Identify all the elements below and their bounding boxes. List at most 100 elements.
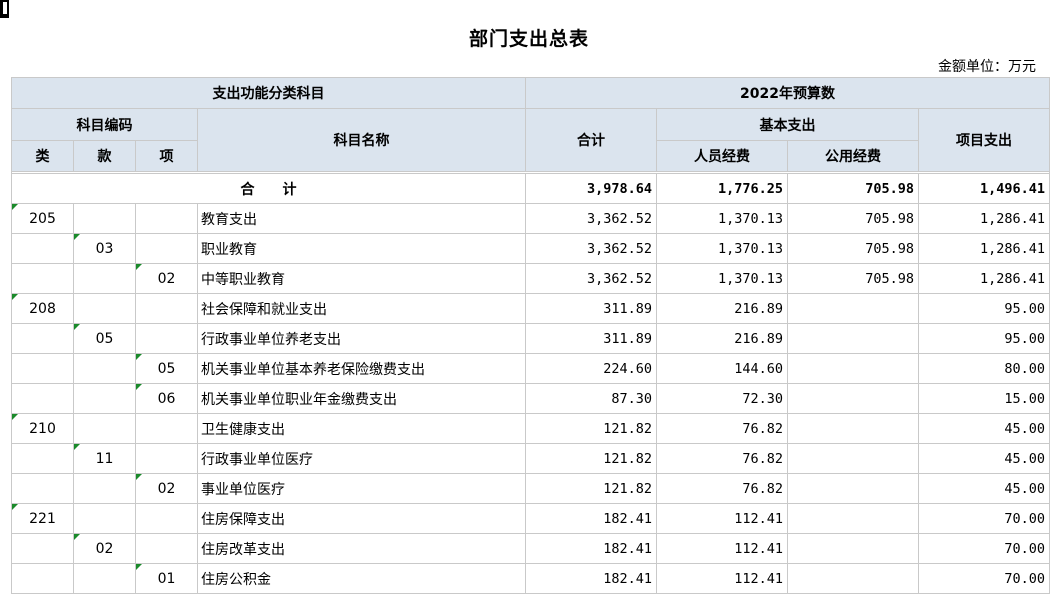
cell-name[interactable]: 事业单位医疗 xyxy=(197,473,526,504)
cell-total[interactable]: 121.82 xyxy=(525,473,657,504)
cell-xiang[interactable]: 02 xyxy=(135,473,198,504)
cell-kuan[interactable] xyxy=(73,563,136,594)
cell-xiang[interactable]: 05 xyxy=(135,353,198,384)
cell-kuan[interactable]: 02 xyxy=(73,533,136,564)
header-project[interactable]: 项目支出 xyxy=(918,108,1050,172)
cell-kuan[interactable]: 11 xyxy=(73,443,136,474)
cell-project[interactable]: 70.00 xyxy=(918,503,1050,534)
cell-name[interactable]: 住房改革支出 xyxy=(197,533,526,564)
header-kuan[interactable]: 款 xyxy=(73,140,136,172)
cell-xiang[interactable] xyxy=(135,293,198,324)
cell-name[interactable]: 住房公积金 xyxy=(197,563,526,594)
cell-xiang[interactable] xyxy=(135,443,198,474)
header-name[interactable]: 科目名称 xyxy=(197,108,526,172)
cell-total[interactable]: 224.60 xyxy=(525,353,657,384)
cell-total[interactable]: 182.41 xyxy=(525,503,657,534)
cell-personnel[interactable]: 76.82 xyxy=(656,473,788,504)
cell-name[interactable]: 卫生健康支出 xyxy=(197,413,526,444)
cell-kuan[interactable] xyxy=(73,203,136,234)
cell-project[interactable]: 95.00 xyxy=(918,323,1050,354)
total-personnel[interactable]: 1,776.25 xyxy=(656,173,788,204)
cell-public[interactable] xyxy=(787,323,919,354)
cell-personnel[interactable]: 76.82 xyxy=(656,413,788,444)
cell-personnel[interactable]: 1,370.13 xyxy=(656,203,788,234)
cell-lei[interactable] xyxy=(11,233,74,264)
cell-name[interactable]: 社会保障和就业支出 xyxy=(197,293,526,324)
cell-kuan[interactable] xyxy=(73,383,136,414)
cell-kuan[interactable] xyxy=(73,263,136,294)
cell-public[interactable] xyxy=(787,413,919,444)
cell-total[interactable]: 3,362.52 xyxy=(525,233,657,264)
cell-lei[interactable] xyxy=(11,533,74,564)
cell-personnel[interactable]: 112.41 xyxy=(656,533,788,564)
cell-xiang[interactable]: 01 xyxy=(135,563,198,594)
cell-personnel[interactable]: 72.30 xyxy=(656,383,788,414)
total-total[interactable]: 3,978.64 xyxy=(525,173,657,204)
cell-name[interactable]: 机关事业单位职业年金缴费支出 xyxy=(197,383,526,414)
cell-project[interactable]: 95.00 xyxy=(918,293,1050,324)
cell-public[interactable] xyxy=(787,443,919,474)
cell-personnel[interactable]: 216.89 xyxy=(656,293,788,324)
cell-lei[interactable]: 205 xyxy=(11,203,74,234)
cell-name[interactable]: 行政事业单位养老支出 xyxy=(197,323,526,354)
cell-total[interactable]: 3,362.52 xyxy=(525,263,657,294)
header-code-group[interactable]: 科目编码 xyxy=(11,108,198,141)
cell-public[interactable] xyxy=(787,533,919,564)
cell-xiang[interactable]: 02 xyxy=(135,263,198,294)
cell-project[interactable]: 70.00 xyxy=(918,563,1050,594)
cell-name[interactable]: 教育支出 xyxy=(197,203,526,234)
cell-lei[interactable] xyxy=(11,353,74,384)
cell-kuan[interactable]: 03 xyxy=(73,233,136,264)
cell-personnel[interactable]: 1,370.13 xyxy=(656,233,788,264)
header-basic-group[interactable]: 基本支出 xyxy=(656,108,919,141)
cell-total[interactable]: 121.82 xyxy=(525,443,657,474)
cell-name[interactable]: 职业教育 xyxy=(197,233,526,264)
header-budget-group[interactable]: 2022年预算数 xyxy=(525,77,1050,109)
cell-lei[interactable]: 221 xyxy=(11,503,74,534)
cell-xiang[interactable]: 06 xyxy=(135,383,198,414)
cell-lei[interactable] xyxy=(11,263,74,294)
cell-lei[interactable]: 208 xyxy=(11,293,74,324)
header-public[interactable]: 公用经费 xyxy=(787,140,919,172)
cell-xiang[interactable] xyxy=(135,533,198,564)
cell-personnel[interactable]: 112.41 xyxy=(656,563,788,594)
total-label[interactable]: 合 计 xyxy=(11,173,526,204)
cell-public[interactable]: 705.98 xyxy=(787,233,919,264)
cell-name[interactable]: 住房保障支出 xyxy=(197,503,526,534)
cell-personnel[interactable]: 76.82 xyxy=(656,443,788,474)
cell-personnel[interactable]: 144.60 xyxy=(656,353,788,384)
cell-kuan[interactable] xyxy=(73,503,136,534)
cell-personnel[interactable]: 1,370.13 xyxy=(656,263,788,294)
header-lei[interactable]: 类 xyxy=(11,140,74,172)
header-xiang[interactable]: 项 xyxy=(135,140,198,172)
cell-name[interactable]: 机关事业单位基本养老保险缴费支出 xyxy=(197,353,526,384)
cell-kuan[interactable] xyxy=(73,413,136,444)
header-personnel[interactable]: 人员经费 xyxy=(656,140,788,172)
cell-project[interactable]: 1,286.41 xyxy=(918,233,1050,264)
cell-project[interactable]: 45.00 xyxy=(918,443,1050,474)
cell-total[interactable]: 87.30 xyxy=(525,383,657,414)
cell-lei[interactable] xyxy=(11,563,74,594)
cell-project[interactable]: 45.00 xyxy=(918,413,1050,444)
cell-xiang[interactable] xyxy=(135,413,198,444)
cell-xiang[interactable] xyxy=(135,233,198,264)
cell-project[interactable]: 1,286.41 xyxy=(918,263,1050,294)
cell-project[interactable]: 15.00 xyxy=(918,383,1050,414)
cell-personnel[interactable]: 216.89 xyxy=(656,323,788,354)
cell-project[interactable]: 80.00 xyxy=(918,353,1050,384)
cell-kuan[interactable]: 05 xyxy=(73,323,136,354)
cell-total[interactable]: 311.89 xyxy=(525,293,657,324)
cell-project[interactable]: 70.00 xyxy=(918,533,1050,564)
cell-name[interactable]: 行政事业单位医疗 xyxy=(197,443,526,474)
cell-public[interactable] xyxy=(787,353,919,384)
cell-xiang[interactable] xyxy=(135,503,198,534)
total-project[interactable]: 1,496.41 xyxy=(918,173,1050,204)
cell-public[interactable] xyxy=(787,383,919,414)
cell-public[interactable]: 705.98 xyxy=(787,263,919,294)
total-public[interactable]: 705.98 xyxy=(787,173,919,204)
cell-personnel[interactable]: 112.41 xyxy=(656,503,788,534)
cell-total[interactable]: 3,362.52 xyxy=(525,203,657,234)
cell-name[interactable]: 中等职业教育 xyxy=(197,263,526,294)
cell-lei[interactable] xyxy=(11,323,74,354)
cell-public[interactable]: 705.98 xyxy=(787,203,919,234)
